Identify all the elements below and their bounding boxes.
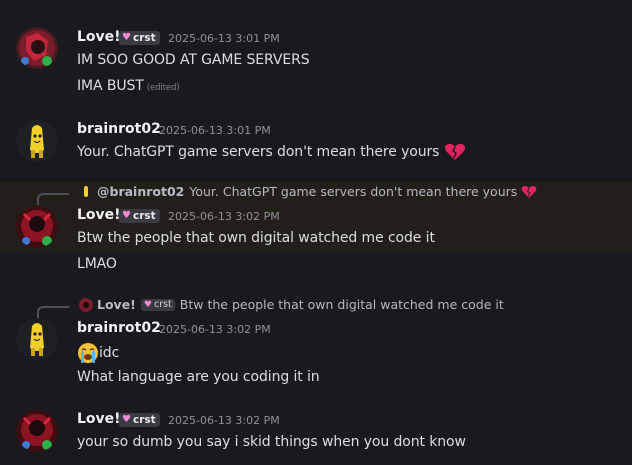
avatar-love[interactable] (16, 27, 58, 69)
reply-author[interactable]: @brainrot02 (97, 184, 184, 199)
avatar-love[interactable] (16, 410, 58, 452)
reply-preview[interactable]: @brainrot02 Your. ChatGPT game servers d… (79, 184, 537, 199)
server-tag[interactable]: ♥ crst (119, 413, 160, 427)
reply-server-tag: ♥ crst (140, 298, 175, 311)
message-text: IM SOO GOOD AT GAME SERVERS (77, 52, 310, 68)
timestamp: 2025-06-13 3:02 PM (159, 323, 271, 336)
username[interactable]: Love! (77, 29, 121, 45)
pink-heart-icon: ♥ (122, 414, 131, 425)
message-text: LMAO (77, 256, 117, 272)
broken-heart-emoji (444, 143, 465, 160)
username[interactable]: Love! (77, 207, 121, 223)
pink-heart-icon: ♥ (122, 210, 131, 221)
timestamp: 2025-06-13 3:02 PM (168, 210, 280, 223)
message-text: What language are you coding it in (77, 369, 320, 385)
reply-author[interactable]: Love! (97, 297, 136, 312)
avatar-brainrot[interactable] (16, 120, 58, 162)
timestamp: 2025-06-13 3:02 PM (168, 414, 280, 427)
message-text: your so dumb you say i skid things when … (77, 434, 466, 450)
loudly-crying-emoji (78, 343, 98, 363)
username[interactable]: brainrot02 (77, 121, 161, 137)
avatar-brainrot[interactable] (16, 318, 58, 360)
edited-label: (edited) (146, 83, 180, 93)
reply-avatar (84, 185, 88, 197)
reply-avatar (79, 297, 93, 312)
reply-text: Your. ChatGPT game servers don't mean th… (189, 184, 518, 199)
username[interactable]: brainrot02 (77, 320, 161, 336)
reply-connector (37, 193, 69, 205)
username[interactable]: Love! (77, 411, 121, 427)
timestamp: 2025-06-13 3:01 PM (159, 124, 271, 137)
reply-preview[interactable]: Love! ♥ crst Btw the people that own digi… (79, 297, 504, 312)
reply-text: Btw the people that own digital watched … (179, 297, 504, 312)
message-text: IMA BUST (edited) (77, 78, 180, 94)
timestamp: 2025-06-13 3:01 PM (168, 32, 280, 45)
message-text: idc (77, 342, 119, 364)
pink-heart-icon: ♥ (143, 299, 152, 310)
server-tag[interactable]: ♥ crst (119, 209, 160, 223)
server-tag[interactable]: ♥ crst (119, 31, 160, 45)
message-text: Your. ChatGPT game servers don't mean th… (77, 143, 466, 161)
message-text: Btw the people that own digital watched … (77, 230, 435, 246)
avatar-love[interactable] (16, 206, 58, 248)
pink-heart-icon: ♥ (122, 32, 131, 43)
broken-heart-emoji (521, 185, 537, 198)
reply-connector (37, 306, 69, 318)
